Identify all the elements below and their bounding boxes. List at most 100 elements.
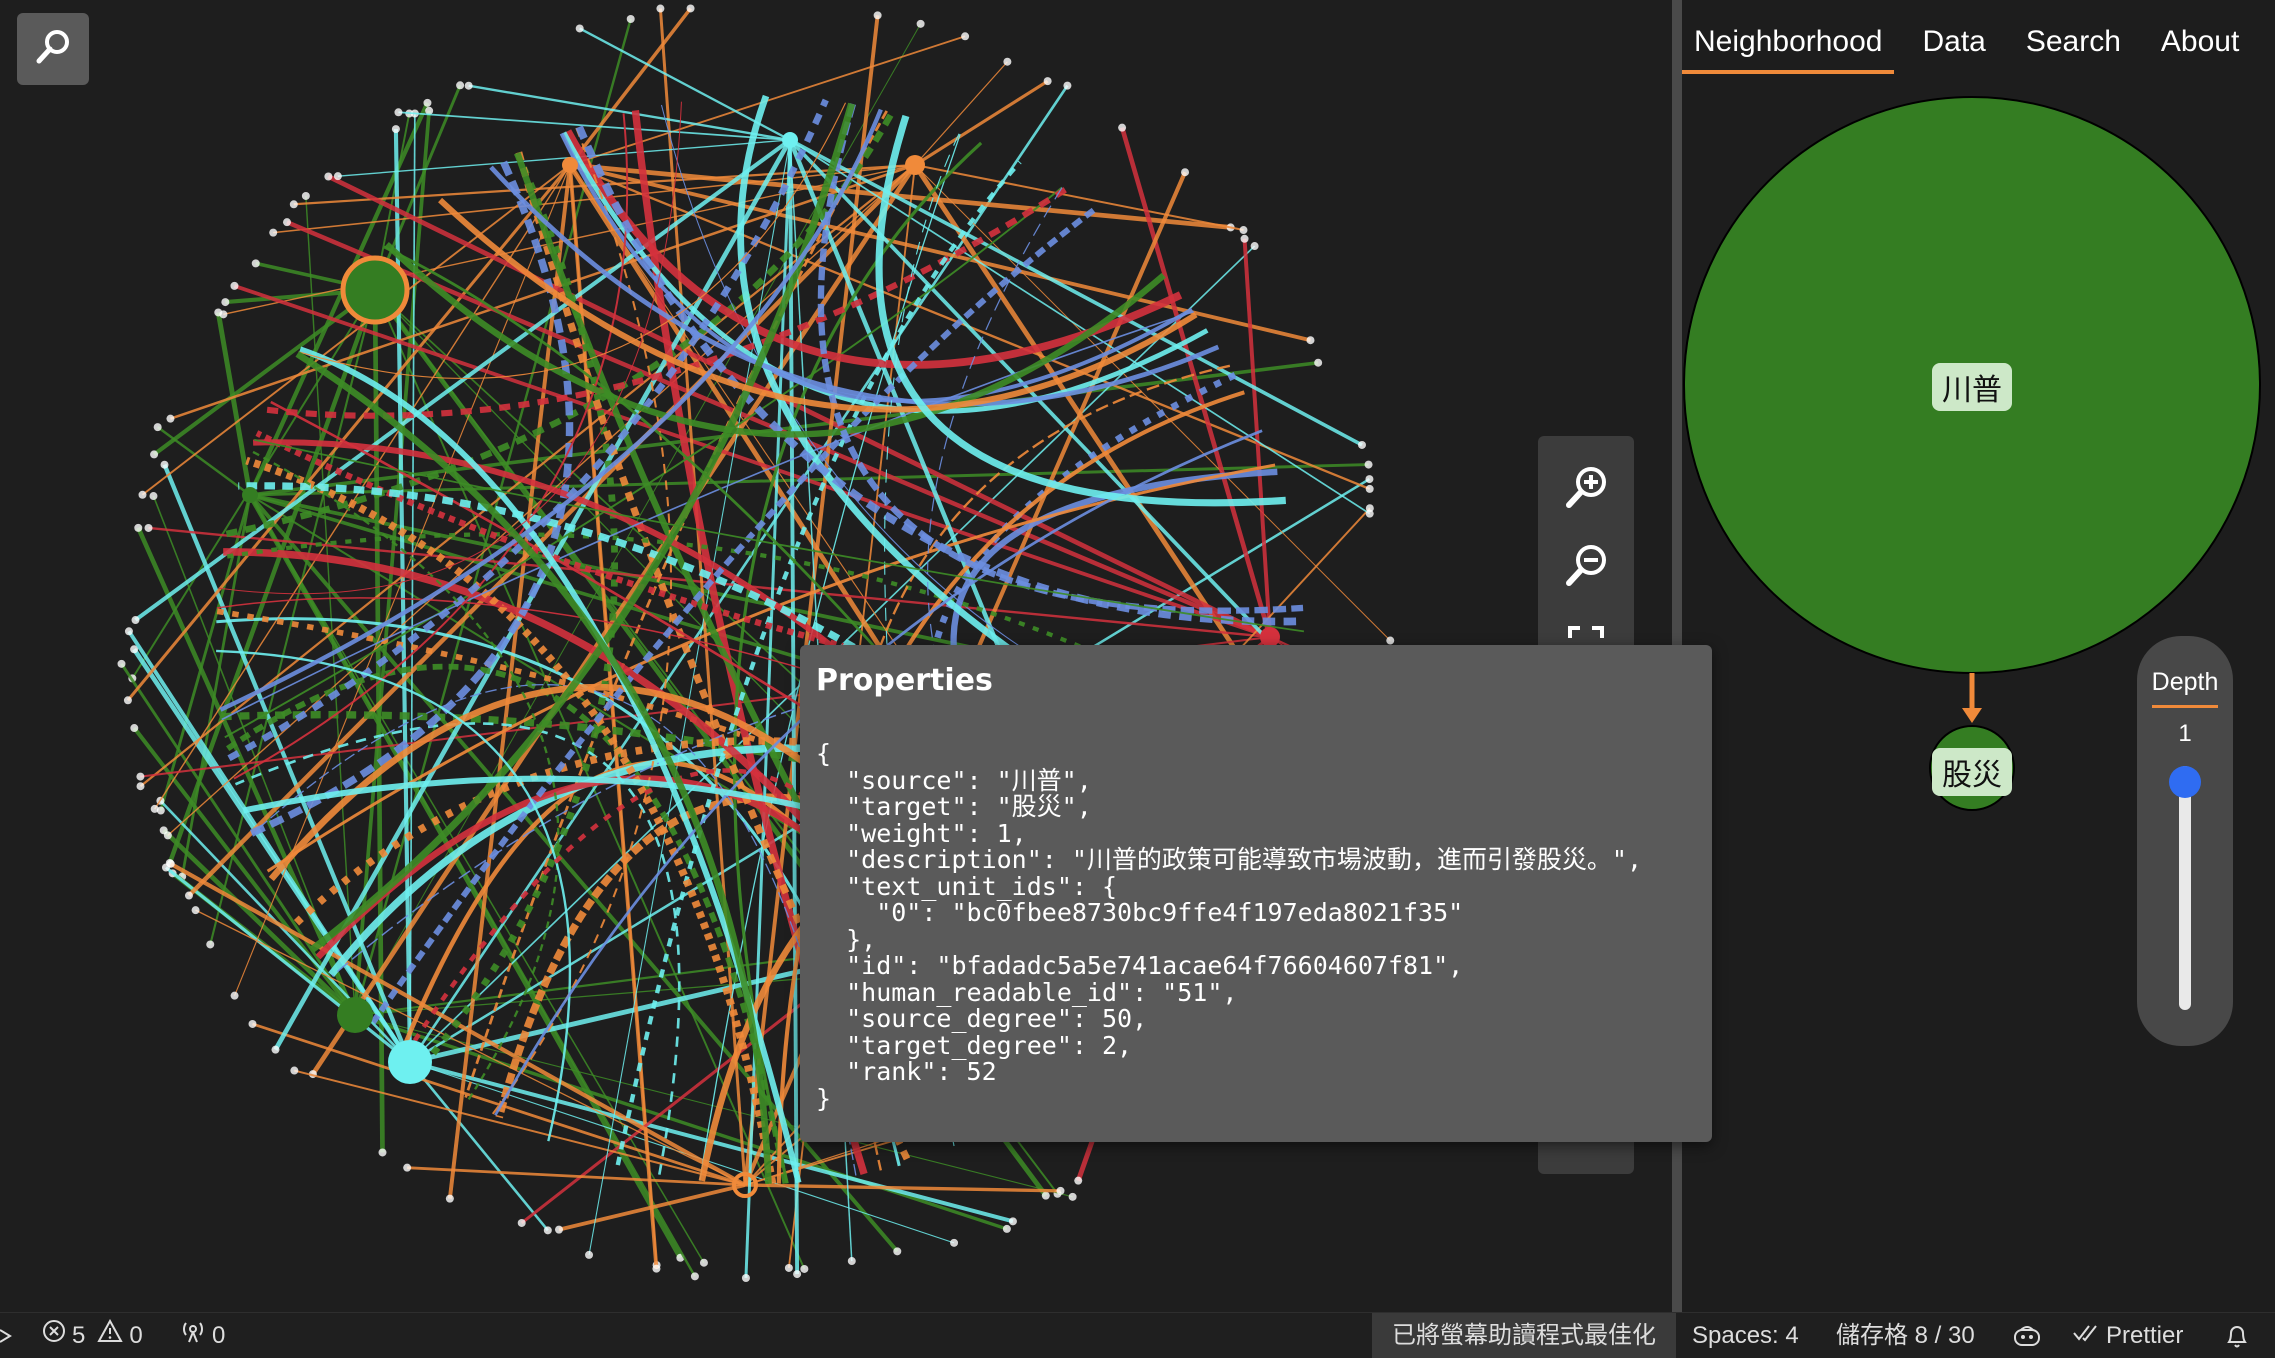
ports-indicator[interactable]: 0 [180,1313,225,1358]
hub-node [905,155,925,175]
graph-node [184,891,193,900]
graph-node [301,191,310,200]
graph-node [1003,57,1012,66]
graph-node [1365,509,1374,518]
graph-node [961,32,970,41]
graph-node [1056,1186,1065,1195]
graph-node [391,125,400,134]
graph-node [191,906,200,915]
zoom-in-icon [1563,465,1609,515]
notifications-icon[interactable] [2225,1313,2249,1358]
graph-node [1357,440,1366,449]
graph-node [138,490,147,499]
graph-edge [789,139,1371,515]
graph-node [793,1270,802,1279]
graph-node [1181,168,1190,177]
hub-node [242,487,258,503]
hub-node [1260,627,1280,647]
graph-node [585,1250,594,1259]
depth-slider-thumb[interactable] [2169,766,2201,798]
zoom-out-button[interactable] [1558,540,1614,596]
graph-node [1074,1176,1083,1185]
graph-node [124,627,133,636]
graph-node [289,200,298,209]
hub-node [388,1040,432,1084]
graph-node [1364,460,1373,469]
graph-node [117,659,126,668]
graph-node [206,940,215,949]
graph-node [1250,242,1259,251]
graph-node [699,1258,708,1267]
graph-node [517,1218,526,1227]
graph-node [378,1148,387,1157]
graph-node [464,81,473,90]
search-button[interactable] [17,13,89,85]
graph-node [652,1264,661,1273]
graph-node [1314,358,1323,367]
tab-search[interactable]: Search [2014,20,2133,70]
tab-about[interactable]: About [2149,20,2251,70]
graph-node [153,423,162,432]
graph-node [333,172,342,181]
tab-data[interactable]: Data [1910,20,1997,70]
properties-json: { "source": "川普", "target": "股災", "weigh… [816,739,1643,1113]
warning-count: 0 [129,1322,143,1349]
properties-title: Properties [816,663,993,698]
indentation-status[interactable]: Spaces: 4 [1692,1313,1799,1358]
graph-node [445,1194,454,1203]
graph-node [656,4,665,13]
graph-node [166,859,175,868]
graph-node [160,460,169,469]
graph-node [1118,123,1127,132]
panel-tabs: Neighborhood Data Search About [1682,20,2267,74]
graph-node [251,259,260,268]
graph-node [290,1066,299,1075]
graph-node [166,414,175,423]
graph-node [800,1264,809,1273]
graph-node [131,616,140,625]
side-panel: Neighborhood Data Search About 川普 股災 Dep… [1682,0,2275,1312]
graph-node [690,1272,699,1281]
graph-node [163,831,172,840]
broadcast-icon [180,1313,206,1358]
graph-node [456,81,465,90]
zoom-in-button[interactable] [1558,462,1614,518]
graph-node [1063,81,1072,90]
graph-node [403,1163,412,1172]
graph-node [1239,226,1248,235]
cell-status[interactable]: 儲存格 8 / 30 [1836,1313,1975,1358]
ports-count: 0 [212,1322,226,1349]
properties-popup: Properties { "source": "川普", "target": "… [800,645,1712,1142]
graph-node [221,298,230,307]
graph-edge [152,288,377,457]
depth-slider[interactable] [2169,766,2201,1010]
graph-node [1002,1224,1011,1233]
depth-value: 1 [2178,720,2192,747]
graph-node [219,310,228,319]
prettier-status[interactable]: Prettier [2072,1313,2183,1358]
problems-indicator[interactable]: 5 0 [42,1313,143,1358]
graph-node [269,228,278,237]
graph-edge [744,1183,1061,1193]
graph-edge [1242,238,1272,638]
graph-node [1306,336,1315,345]
tab-neighborhood[interactable]: Neighborhood [1682,20,1895,74]
graph-node [150,804,159,813]
graph-node [1068,1192,1077,1201]
hub-node [562,157,578,173]
graph-edge [407,1166,746,1187]
warning-icon [97,1313,124,1358]
remote-icon[interactable] [0,1313,14,1358]
search-icon [33,27,73,71]
depth-title: Depth [2151,668,2219,708]
edge-arrow [1962,708,1982,723]
screen-reader-status[interactable]: 已將螢幕助讀程式最佳化 [1372,1313,1676,1358]
graph-edge [468,84,791,142]
copilot-icon[interactable] [2012,1313,2042,1358]
hub-node [340,255,410,325]
graph-edge [914,79,1049,167]
graph-node [543,1226,552,1235]
graph-node [1365,475,1374,484]
hub-node [337,997,373,1033]
graph-node [123,696,132,705]
